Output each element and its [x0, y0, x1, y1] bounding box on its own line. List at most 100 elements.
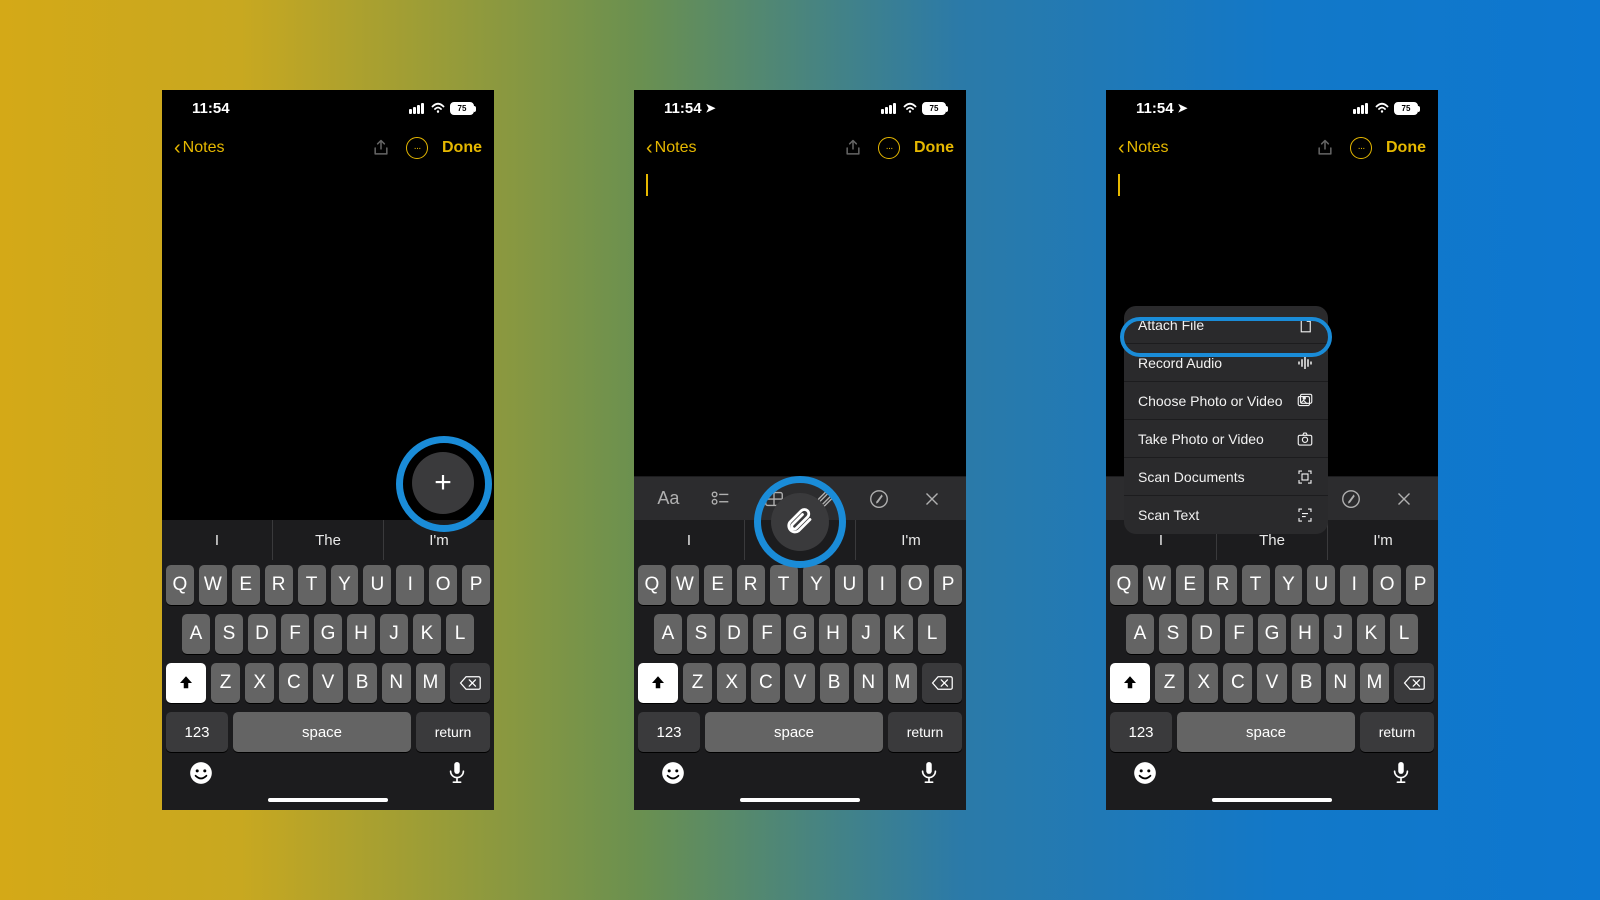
key-U[interactable]: U: [1307, 565, 1335, 605]
key-J[interactable]: J: [380, 614, 408, 654]
key-F[interactable]: F: [1225, 614, 1253, 654]
suggestion-2[interactable]: The: [273, 520, 384, 560]
key-G[interactable]: G: [786, 614, 814, 654]
key-Z[interactable]: Z: [1155, 663, 1184, 703]
space-key[interactable]: space: [1177, 712, 1355, 752]
back-button[interactable]: ‹Notes: [646, 138, 696, 158]
key-K[interactable]: K: [1357, 614, 1385, 654]
add-button[interactable]: +: [412, 452, 474, 514]
numbers-key[interactable]: 123: [1110, 712, 1172, 752]
key-S[interactable]: S: [687, 614, 715, 654]
key-Y[interactable]: Y: [1275, 565, 1303, 605]
key-H[interactable]: H: [819, 614, 847, 654]
checklist-icon[interactable]: [707, 485, 735, 513]
key-Y[interactable]: Y: [803, 565, 831, 605]
key-G[interactable]: G: [314, 614, 342, 654]
menu-attach-file[interactable]: Attach File: [1124, 306, 1328, 344]
close-icon[interactable]: [1390, 485, 1418, 513]
key-M[interactable]: M: [888, 663, 917, 703]
back-button[interactable]: ‹ Notes: [174, 138, 224, 158]
key-U[interactable]: U: [835, 565, 863, 605]
key-D[interactable]: D: [1192, 614, 1220, 654]
done-button[interactable]: Done: [914, 139, 954, 157]
key-B[interactable]: B: [820, 663, 849, 703]
key-S[interactable]: S: [215, 614, 243, 654]
key-Q[interactable]: Q: [638, 565, 666, 605]
more-icon[interactable]: ···: [1350, 137, 1372, 159]
home-indicator[interactable]: [268, 798, 388, 802]
key-E[interactable]: E: [232, 565, 260, 605]
key-W[interactable]: W: [671, 565, 699, 605]
menu-choose-photo[interactable]: Choose Photo or Video: [1124, 382, 1328, 420]
key-H[interactable]: H: [1291, 614, 1319, 654]
key-M[interactable]: M: [416, 663, 445, 703]
key-J[interactable]: J: [1324, 614, 1352, 654]
key-N[interactable]: N: [1326, 663, 1355, 703]
more-icon[interactable]: ···: [878, 137, 900, 159]
suggestion-3[interactable]: I'm: [856, 520, 966, 560]
return-key[interactable]: return: [888, 712, 962, 752]
key-C[interactable]: C: [279, 663, 308, 703]
key-P[interactable]: P: [462, 565, 490, 605]
backspace-key[interactable]: [922, 663, 962, 703]
key-L[interactable]: L: [446, 614, 474, 654]
key-Q[interactable]: Q: [166, 565, 194, 605]
key-X[interactable]: X: [1189, 663, 1218, 703]
key-T[interactable]: T: [1242, 565, 1270, 605]
share-icon[interactable]: [370, 137, 392, 159]
key-P[interactable]: P: [1406, 565, 1434, 605]
backspace-key[interactable]: [1394, 663, 1434, 703]
key-A[interactable]: A: [182, 614, 210, 654]
key-E[interactable]: E: [1176, 565, 1204, 605]
suggestion-1[interactable]: I: [162, 520, 273, 560]
key-O[interactable]: O: [429, 565, 457, 605]
key-O[interactable]: O: [901, 565, 929, 605]
key-F[interactable]: F: [281, 614, 309, 654]
key-F[interactable]: F: [753, 614, 781, 654]
key-U[interactable]: U: [363, 565, 391, 605]
key-R[interactable]: R: [1209, 565, 1237, 605]
key-D[interactable]: D: [720, 614, 748, 654]
done-button[interactable]: Done: [442, 139, 482, 157]
key-W[interactable]: W: [1143, 565, 1171, 605]
menu-take-photo[interactable]: Take Photo or Video: [1124, 420, 1328, 458]
space-key[interactable]: space: [705, 712, 883, 752]
key-O[interactable]: O: [1373, 565, 1401, 605]
numbers-key[interactable]: 123: [166, 712, 228, 752]
suggestion-1[interactable]: I: [634, 520, 745, 560]
key-J[interactable]: J: [852, 614, 880, 654]
key-Q[interactable]: Q: [1110, 565, 1138, 605]
key-B[interactable]: B: [348, 663, 377, 703]
key-L[interactable]: L: [918, 614, 946, 654]
return-key[interactable]: return: [1360, 712, 1434, 752]
key-Y[interactable]: Y: [331, 565, 359, 605]
key-G[interactable]: G: [1258, 614, 1286, 654]
emoji-key[interactable]: [188, 760, 214, 792]
emoji-key[interactable]: [660, 760, 686, 792]
done-button[interactable]: Done: [1386, 139, 1426, 157]
key-R[interactable]: R: [265, 565, 293, 605]
dictation-key[interactable]: [446, 760, 468, 792]
key-I[interactable]: I: [1340, 565, 1368, 605]
key-X[interactable]: X: [245, 663, 274, 703]
key-E[interactable]: E: [704, 565, 732, 605]
suggestion-3[interactable]: I'm: [384, 520, 494, 560]
close-icon[interactable]: [918, 485, 946, 513]
home-indicator[interactable]: [1212, 798, 1332, 802]
home-indicator[interactable]: [740, 798, 860, 802]
menu-record-audio[interactable]: Record Audio: [1124, 344, 1328, 382]
dictation-key[interactable]: [918, 760, 940, 792]
attachment-button-large[interactable]: [771, 493, 829, 551]
menu-scan-text[interactable]: Scan Text: [1124, 496, 1328, 534]
text-format-icon[interactable]: Aa: [654, 485, 682, 513]
key-R[interactable]: R: [737, 565, 765, 605]
key-K[interactable]: K: [885, 614, 913, 654]
more-icon[interactable]: ···: [406, 137, 428, 159]
key-T[interactable]: T: [770, 565, 798, 605]
back-button[interactable]: ‹Notes: [1118, 138, 1168, 158]
note-content[interactable]: [634, 170, 966, 476]
key-V[interactable]: V: [1257, 663, 1286, 703]
key-D[interactable]: D: [248, 614, 276, 654]
key-W[interactable]: W: [199, 565, 227, 605]
backspace-key[interactable]: [450, 663, 490, 703]
